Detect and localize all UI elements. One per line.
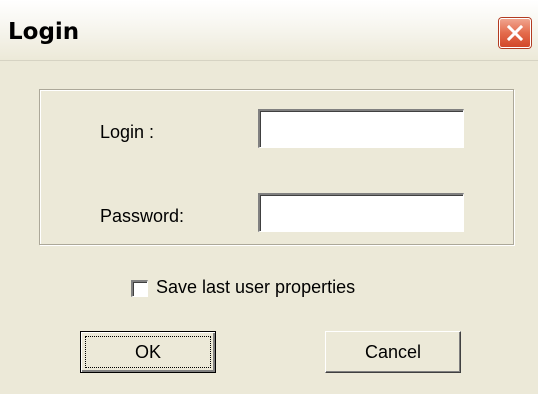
close-icon [506,24,524,42]
password-input[interactable] [258,193,464,232]
ok-button[interactable]: OK [80,331,216,373]
focus-ring [85,336,211,368]
save-properties-label[interactable]: Save last user properties [156,277,355,298]
cancel-button-label: Cancel [364,341,422,362]
login-dialog: Login Login : Password: Save last user p… [0,0,538,394]
cancel-button[interactable]: Cancel [325,331,461,373]
title-bar[interactable]: Login [0,0,538,61]
close-button[interactable] [499,18,531,48]
save-properties-checkbox[interactable] [131,280,148,297]
login-input[interactable] [258,109,464,148]
password-label: Password: [100,206,185,226]
window-title: Login [8,19,80,45]
login-label: Login : [100,122,155,142]
